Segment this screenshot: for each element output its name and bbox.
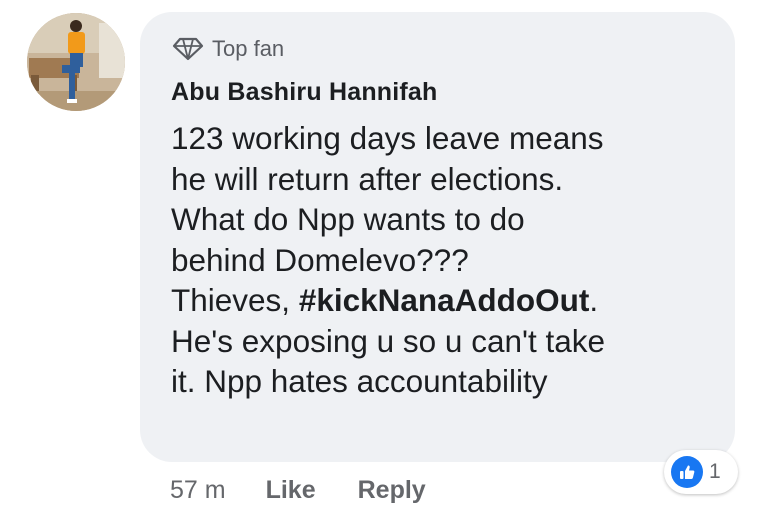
comment-text-segment: . <box>589 282 599 318</box>
comment-actions: 57 m Like Reply <box>170 472 426 508</box>
reply-button[interactable]: Reply <box>358 476 426 505</box>
comment-line: What do Npp wants to do <box>171 201 525 237</box>
comment-line: Thieves, #kickNanaAddoOut. <box>171 280 731 321</box>
comment-bubble: Top fan Abu Bashiru Hannifah 123 working… <box>140 12 735 462</box>
reaction-count: 1 <box>709 460 721 483</box>
like-button[interactable]: Like <box>266 476 316 505</box>
avatar-photo <box>27 13 125 111</box>
timestamp-link[interactable]: 57 m <box>170 476 226 505</box>
comment-line: 123 working days leave means <box>171 120 604 156</box>
comment-text-segment: Thieves, <box>171 282 299 318</box>
reaction-summary[interactable]: 1 <box>664 450 738 494</box>
badge-label: Top fan <box>212 36 285 61</box>
hashtag-link[interactable]: #kickNanaAddoOut <box>299 282 590 318</box>
comment-line: it. Npp hates accountability <box>171 363 548 399</box>
avatar[interactable] <box>27 13 125 111</box>
comment-line: He's exposing u so u can't take <box>171 322 606 359</box>
top-fan-badge[interactable]: Top fan <box>172 34 284 64</box>
diamond-icon <box>172 37 204 61</box>
comment-author[interactable]: Abu Bashiru Hannifah <box>171 78 438 107</box>
thumbs-up-icon <box>671 456 703 488</box>
comment-line: he will return after elections. <box>171 160 564 197</box>
comment-text: 123 working days leave means he will ret… <box>171 118 731 402</box>
comment-line: behind Domelevo??? <box>171 241 469 278</box>
